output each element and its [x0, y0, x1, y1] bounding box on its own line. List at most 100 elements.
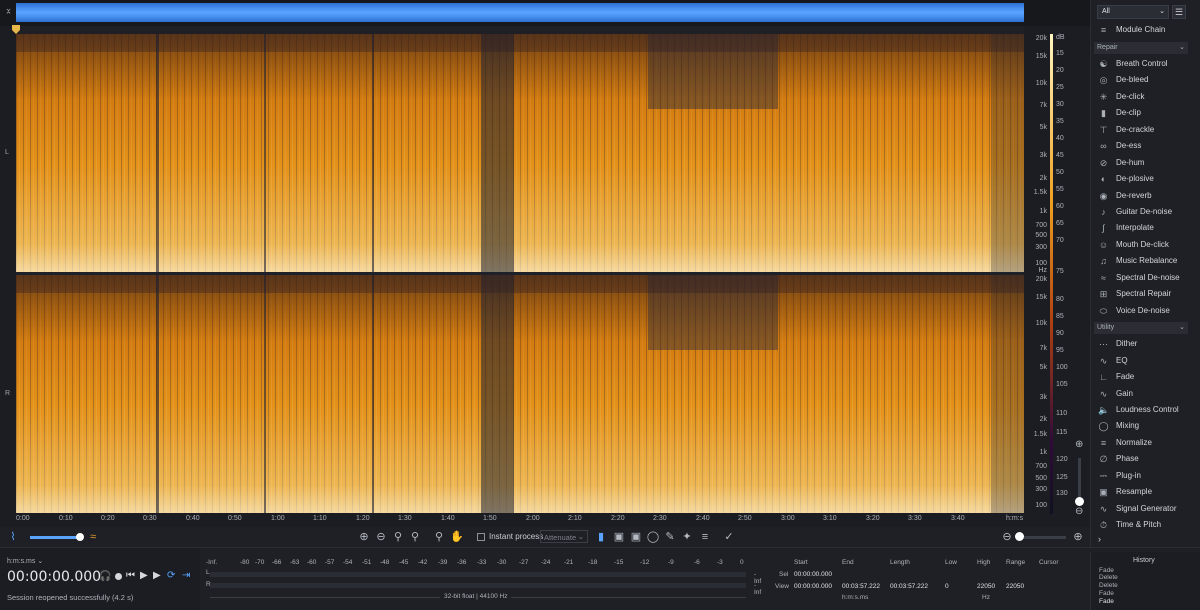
- brush-icon[interactable]: ✎: [663, 530, 677, 544]
- module-filter-select[interactable]: All ⌄: [1097, 5, 1169, 19]
- lasso-icon[interactable]: ◯: [646, 530, 660, 544]
- freq-selection-icon[interactable]: ▣: [612, 530, 626, 544]
- overview-waveform[interactable]: [16, 3, 1024, 22]
- freq-tick: 1.5k: [1033, 431, 1047, 438]
- module-de-bleed[interactable]: ◎ De-bleed: [1094, 72, 1190, 88]
- meter-tick: -12: [640, 559, 650, 566]
- module-dither[interactable]: ⋯ Dither: [1094, 336, 1190, 352]
- module-fade[interactable]: ∟ Fade: [1094, 369, 1190, 385]
- history-item[interactable]: Fade: [1099, 598, 1114, 605]
- spectrogram-view-icon[interactable]: ≈: [86, 530, 100, 544]
- follow-playhead-icon[interactable]: ⇥: [182, 570, 190, 581]
- module-de-ess[interactable]: ∞ De-ess: [1094, 138, 1190, 154]
- menu-icon[interactable]: ☰: [1172, 5, 1186, 19]
- module-de-hum[interactable]: ⊘ De-hum: [1094, 155, 1190, 171]
- module-voice-de-noise[interactable]: ⬭ Voice De-noise: [1094, 303, 1190, 319]
- section-header-repair[interactable]: Repair ⌄: [1094, 42, 1188, 54]
- horizontal-zoom-out-icon[interactable]: ⊖: [1000, 530, 1014, 544]
- module-resample[interactable]: ▣ Resample: [1094, 484, 1190, 500]
- timeline-ruler[interactable]: [16, 26, 1024, 34]
- view-high[interactable]: 22050: [977, 583, 995, 590]
- zoom-in-icon[interactable]: ⊕: [1075, 439, 1083, 450]
- time-freq-selection-icon[interactable]: ▣: [629, 530, 643, 544]
- find-similar-icon[interactable]: ✓: [722, 530, 736, 544]
- spectrogram-right-channel[interactable]: [16, 275, 1024, 513]
- horizontal-zoom-slider[interactable]: [1018, 536, 1066, 539]
- spectrogram-view[interactable]: [16, 34, 1024, 514]
- module-mixing[interactable]: ◯ Mixing: [1094, 418, 1190, 434]
- view-blend-slider[interactable]: [30, 536, 80, 539]
- skip-back-icon[interactable]: ⏮: [126, 570, 135, 581]
- module-plug-in[interactable]: ⎓ Plug-in: [1094, 468, 1190, 484]
- play-icon[interactable]: ▶: [140, 570, 148, 581]
- play-selection-icon[interactable]: ▶: [153, 570, 161, 581]
- music-icon: ♫: [1100, 256, 1107, 266]
- zoom-fit-icon[interactable]: ⚲: [408, 530, 422, 544]
- module-de-clip[interactable]: ▮ De-clip: [1094, 105, 1190, 121]
- view-start[interactable]: 00:00:00.000: [794, 583, 832, 590]
- overview-waveform-bar[interactable]: ⌄ ⌃: [0, 0, 1090, 26]
- module-de-click[interactable]: ✳ De-click: [1094, 89, 1190, 105]
- history-item[interactable]: Fade: [1099, 567, 1114, 574]
- spectrogram-left-channel[interactable]: [16, 34, 1024, 272]
- view-low[interactable]: 0: [945, 583, 949, 590]
- magic-wand-icon[interactable]: ✦: [680, 530, 694, 544]
- zoom-out-icon[interactable]: ⊖: [1075, 506, 1083, 517]
- view-length[interactable]: 00:03:57.222: [890, 583, 928, 590]
- horizontal-zoom-in-icon[interactable]: ⊕: [1071, 530, 1085, 544]
- headphones-icon[interactable]: 🎧: [99, 571, 111, 582]
- vertical-zoom-control[interactable]: ⊕ ⊖: [1072, 434, 1088, 520]
- module-music-rebalance[interactable]: ♫ Music Rebalance: [1094, 253, 1190, 269]
- module-breath-control[interactable]: ☯ Breath Control: [1094, 56, 1190, 72]
- horizontal-zoom-handle[interactable]: [1015, 532, 1024, 541]
- zoom-in-icon[interactable]: ⊕: [357, 530, 371, 544]
- time-tick: 0:20: [101, 515, 115, 522]
- hand-tool-icon[interactable]: ✋: [450, 530, 464, 544]
- db-tick: 60: [1056, 203, 1064, 210]
- module-loudness-control[interactable]: 🔈 Loudness Control: [1094, 402, 1190, 418]
- zoom-selection-icon[interactable]: ⚲: [391, 530, 405, 544]
- history-item[interactable]: Fade: [1099, 590, 1114, 597]
- freq-tick: 15k: [1035, 53, 1047, 60]
- col-length: Length: [890, 559, 910, 566]
- module-interpolate[interactable]: ∫ Interpolate: [1094, 220, 1190, 236]
- module-chain-button[interactable]: ≡ Module Chain: [1094, 22, 1190, 38]
- playhead-marker-icon[interactable]: [12, 25, 20, 34]
- module-eq[interactable]: ∿ EQ: [1094, 353, 1190, 369]
- collapse-icon[interactable]: ⌄ ⌃: [3, 4, 14, 21]
- history-item[interactable]: Delete: [1099, 582, 1118, 589]
- instant-process-mode-select[interactable]: Attenuate ⌄: [540, 530, 588, 543]
- zoom-out-icon[interactable]: ⊖: [374, 530, 388, 544]
- module-signal-generator[interactable]: ∿ Signal Generator: [1094, 501, 1190, 517]
- module-normalize[interactable]: ≡ Normalize: [1094, 435, 1190, 451]
- module-guitar-de-noise[interactable]: ♪ Guitar De-noise: [1094, 204, 1190, 220]
- section-header-utility[interactable]: Utility ⌄: [1094, 322, 1188, 334]
- zoom-tool-icon[interactable]: ⚲: [432, 530, 446, 544]
- sel-start[interactable]: 00:00:00.000: [794, 571, 832, 578]
- harmonic-selection-icon[interactable]: ≡: [698, 530, 712, 544]
- vertical-zoom-handle[interactable]: [1075, 497, 1084, 506]
- record-icon[interactable]: [115, 573, 122, 580]
- expand-panel-icon[interactable]: ›: [1098, 534, 1101, 544]
- module-spectral-repair[interactable]: ⊞ Spectral Repair: [1094, 286, 1190, 302]
- module-de-reverb[interactable]: ◉ De-reverb: [1094, 188, 1190, 204]
- instant-process-checkbox[interactable]: [477, 533, 485, 541]
- module-de-plosive[interactable]: ◐ De-plosive: [1094, 171, 1190, 187]
- history-item[interactable]: Delete: [1099, 574, 1118, 581]
- time-axis[interactable]: 0:00 0:10 0:20 0:30 0:40 0:50 1:00 1:10 …: [16, 514, 1024, 526]
- module-phase[interactable]: ∅ Phase: [1094, 451, 1190, 467]
- module-spectral-de-noise[interactable]: ≈ Spectral De-noise: [1094, 270, 1190, 286]
- module-mouth-de-click[interactable]: ☺ Mouth De-click: [1094, 237, 1190, 253]
- time-selection-icon[interactable]: ▮: [594, 530, 608, 544]
- time-tick: 0:50: [228, 515, 242, 522]
- view-blend-handle[interactable]: [76, 533, 84, 541]
- module-gain[interactable]: ∿ Gain: [1094, 386, 1190, 402]
- view-end[interactable]: 00:03:57.222: [842, 583, 880, 590]
- waveform-view-icon[interactable]: ⌇: [6, 530, 20, 544]
- view-range[interactable]: 22050: [1006, 583, 1024, 590]
- loop-icon[interactable]: ⟳: [167, 570, 175, 581]
- module-de-crackle[interactable]: ⊤ De-crackle: [1094, 122, 1190, 138]
- module-time-pitch[interactable]: ⏱ Time & Pitch: [1094, 517, 1190, 533]
- time-format-select[interactable]: h:m:s.ms ⌄: [7, 557, 43, 565]
- frequency-axis[interactable]: 20k 15k 10k 7k 5k 3k 2k 1.5k 1k 700 500 …: [1024, 34, 1050, 514]
